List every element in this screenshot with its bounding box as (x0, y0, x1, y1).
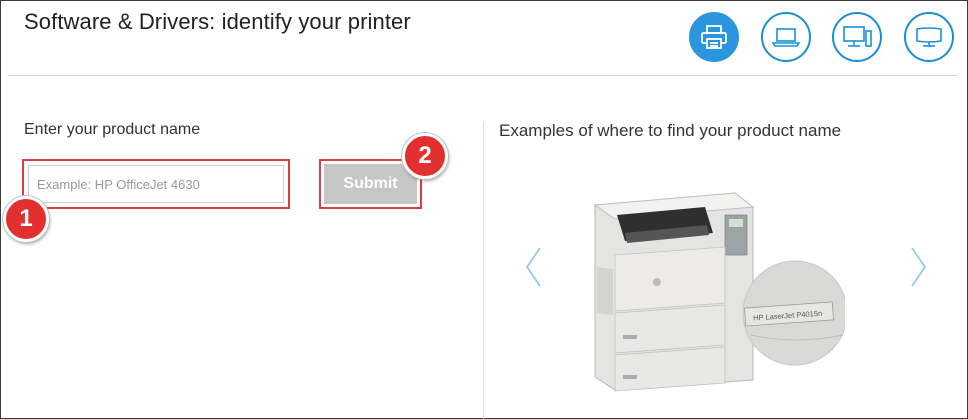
desktop-icon (843, 26, 872, 47)
printer-icon (701, 25, 727, 49)
device-desktop-button[interactable] (832, 12, 882, 62)
product-name-input[interactable] (28, 165, 284, 203)
chevron-right-icon (911, 247, 926, 287)
column-divider (483, 122, 484, 419)
laptop-icon (771, 28, 801, 47)
product-name-label: Enter your product name (24, 121, 201, 138)
submit-button[interactable]: Submit (324, 164, 417, 204)
page-title: Software & Drivers: identify your printe… (24, 9, 411, 34)
chevron-left-icon (526, 247, 541, 287)
examples-title: Examples of where to find your product n… (499, 121, 842, 140)
product-name-highlight (22, 159, 290, 209)
step-1-badge: 1 (3, 196, 49, 242)
monitor-icon (916, 27, 942, 47)
device-monitor-button[interactable] (904, 12, 954, 62)
step-2-badge: 2 (402, 133, 448, 179)
printer-example-image: HP LaserJet P4015n (593, 192, 845, 392)
carousel-prev-button[interactable] (522, 245, 546, 289)
carousel-next-button[interactable] (906, 245, 930, 289)
device-laptop-button[interactable] (761, 12, 811, 62)
device-printer-button[interactable] (689, 12, 739, 62)
header-divider (8, 75, 958, 76)
